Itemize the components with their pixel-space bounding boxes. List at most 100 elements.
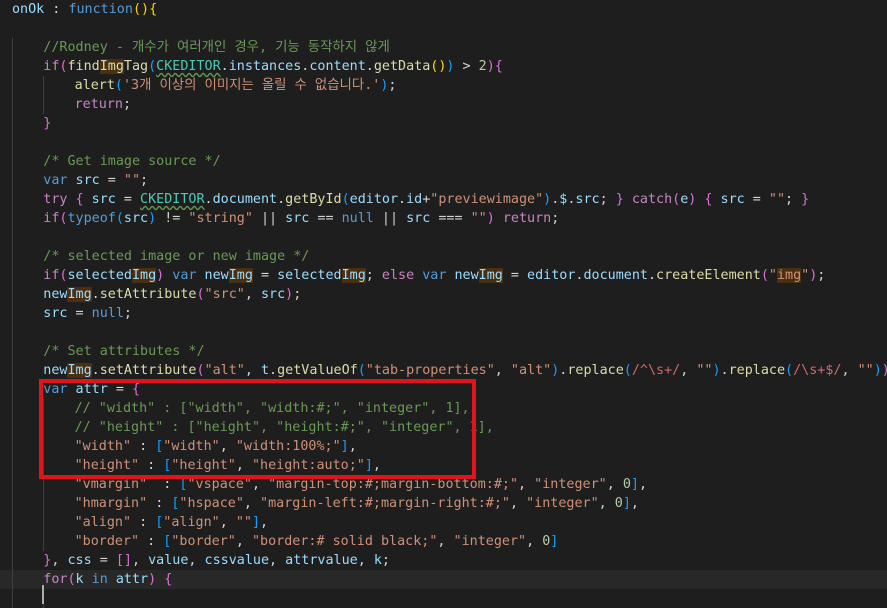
code-token: setAttribute [99, 287, 197, 302]
code-token: /* Set attributes */ [43, 344, 205, 359]
indent-guide [12, 57, 13, 76]
code-token: Img [99, 59, 124, 74]
code-token: "hspace" [179, 496, 244, 511]
code-token: try [43, 192, 68, 207]
code-token: ( [357, 363, 366, 378]
code-line[interactable]: /* Set attributes */ [0, 342, 887, 361]
code-line[interactable]: "width" : ["width", "width:100%;"], [0, 437, 887, 456]
code-token: = [115, 192, 141, 207]
code-line[interactable] [0, 589, 887, 608]
code-token: () [132, 2, 150, 17]
code-line[interactable]: var attr = { [0, 380, 887, 399]
code-token: "hmargin" [74, 496, 148, 511]
code-line[interactable]: if(findImgTag(CKEDITOR.instances.content… [0, 57, 887, 76]
code-line[interactable]: try { src = CKEDITOR.document.getById(ed… [0, 190, 887, 209]
code-token: src [75, 173, 100, 188]
code-line[interactable]: }, css = [], value, cssvalue, attrvalue,… [0, 551, 887, 570]
code-token: = [744, 192, 769, 207]
code-token: "integer" [534, 477, 607, 492]
code-token: . [398, 192, 407, 207]
code-text: // "width" : ["width", "width:#;", "inte… [75, 399, 470, 418]
code-token: , [188, 553, 205, 568]
code-token: src [43, 306, 68, 321]
indent-guide [12, 133, 13, 152]
code-token: ( [760, 268, 769, 283]
code-line[interactable]: /* selected image or new image */ [0, 247, 887, 266]
code-token: document [583, 268, 648, 283]
code-token: . [91, 287, 100, 302]
code-token: /* selected image or new image */ [43, 249, 310, 264]
code-token: , [372, 458, 381, 473]
code-token: if [43, 59, 60, 74]
code-token: . [204, 192, 213, 207]
code-line[interactable] [0, 228, 887, 247]
indent-guide [12, 551, 13, 570]
code-line[interactable]: return; [0, 95, 887, 114]
code-token: setAttribute [99, 363, 197, 378]
code-line[interactable]: alert('3개 이상의 이미지는 올릴 수 없습니다.'); [0, 76, 887, 95]
code-line[interactable]: "hmargin" : ["hspace", "margin-left:#;ma… [0, 494, 887, 513]
code-token: : [147, 496, 172, 511]
code-token: = [252, 268, 278, 283]
code-line[interactable]: "border" : ["border", "border:# solid bl… [0, 532, 887, 551]
code-line[interactable] [0, 133, 887, 152]
code-token: getData [373, 59, 431, 74]
code-token: "width" [74, 439, 132, 454]
code-text: "align" : ["align", ""], [75, 513, 269, 532]
code-line[interactable]: // "height" : ["height", "height:#;", "i… [0, 418, 887, 437]
code-line[interactable]: for(k in attr) { [0, 570, 887, 589]
code-line[interactable]: onOk : function(){ [0, 0, 887, 19]
code-token: : [139, 534, 164, 549]
code-token: var [43, 382, 68, 397]
code-token: function [68, 2, 133, 17]
code-line[interactable]: //Rodney - 개수가 여러개인 경우, 기능 동작하지 않게 [0, 38, 887, 57]
code-token: "integer" [526, 496, 599, 511]
code-token: . [365, 59, 374, 74]
code-text: "height" : ["height", "height:auto;"], [75, 456, 381, 475]
code-token: "src" [204, 287, 245, 302]
code-line[interactable]: newImg.setAttribute("src", src); [0, 285, 887, 304]
code-token: 0 [614, 496, 623, 511]
code-line[interactable]: if(typeof(src) != "string" || src == nul… [0, 209, 887, 228]
code-token: . [720, 363, 729, 378]
code-token: { [131, 382, 141, 397]
code-line[interactable]: "align" : ["align", ""], [0, 513, 887, 532]
code-line[interactable]: /* Get image source */ [0, 152, 887, 171]
code-token: ] [630, 477, 639, 492]
code-token: { [149, 2, 158, 17]
code-line[interactable]: "vmargin" : ["vspace", "margin-top:#;mar… [0, 475, 887, 494]
code-token: ( [67, 572, 76, 587]
code-token: , [509, 496, 527, 511]
code-token: } [801, 192, 810, 207]
code-line[interactable]: var src = ""; [0, 171, 887, 190]
code-line[interactable] [0, 323, 887, 342]
code-text: var attr = { [43, 380, 140, 399]
code-token: return [74, 97, 123, 112]
indent-guide [12, 513, 13, 532]
code-token: else [381, 268, 415, 283]
code-line[interactable]: src = null; [0, 304, 887, 323]
code-token: , [606, 477, 623, 492]
code-token: , [630, 496, 639, 511]
code-token: "border" [171, 534, 236, 549]
code-text: // "height" : ["height", "height:#;", "i… [75, 418, 494, 437]
code-line[interactable]: if(selectedImg) var newImg = selectedImg… [0, 266, 887, 285]
code-line[interactable] [0, 19, 887, 38]
code-token: k [373, 553, 382, 568]
code-token: ) [712, 363, 721, 378]
code-token: , [131, 553, 149, 568]
code-token: value [148, 553, 189, 568]
code-line[interactable]: // "width" : ["width", "width:#;", "inte… [0, 399, 887, 418]
code-editor[interactable]: onOk : function(){ //Rodney - 개수가 여러개인 경우… [0, 0, 887, 608]
code-line[interactable]: newImg.setAttribute("alt", t.getValueOf(… [0, 361, 887, 380]
code-line[interactable]: } [0, 114, 887, 133]
code-token: [] [115, 553, 132, 568]
code-token: "vmargin" [74, 477, 148, 492]
code-token: selected [277, 268, 342, 283]
code-token: Img [341, 268, 366, 283]
code-token: alert [74, 78, 115, 93]
code-text: "border" : ["border", "border:# solid bl… [75, 532, 559, 551]
code-line[interactable]: "height" : ["height", "height:auto;"], [0, 456, 887, 475]
